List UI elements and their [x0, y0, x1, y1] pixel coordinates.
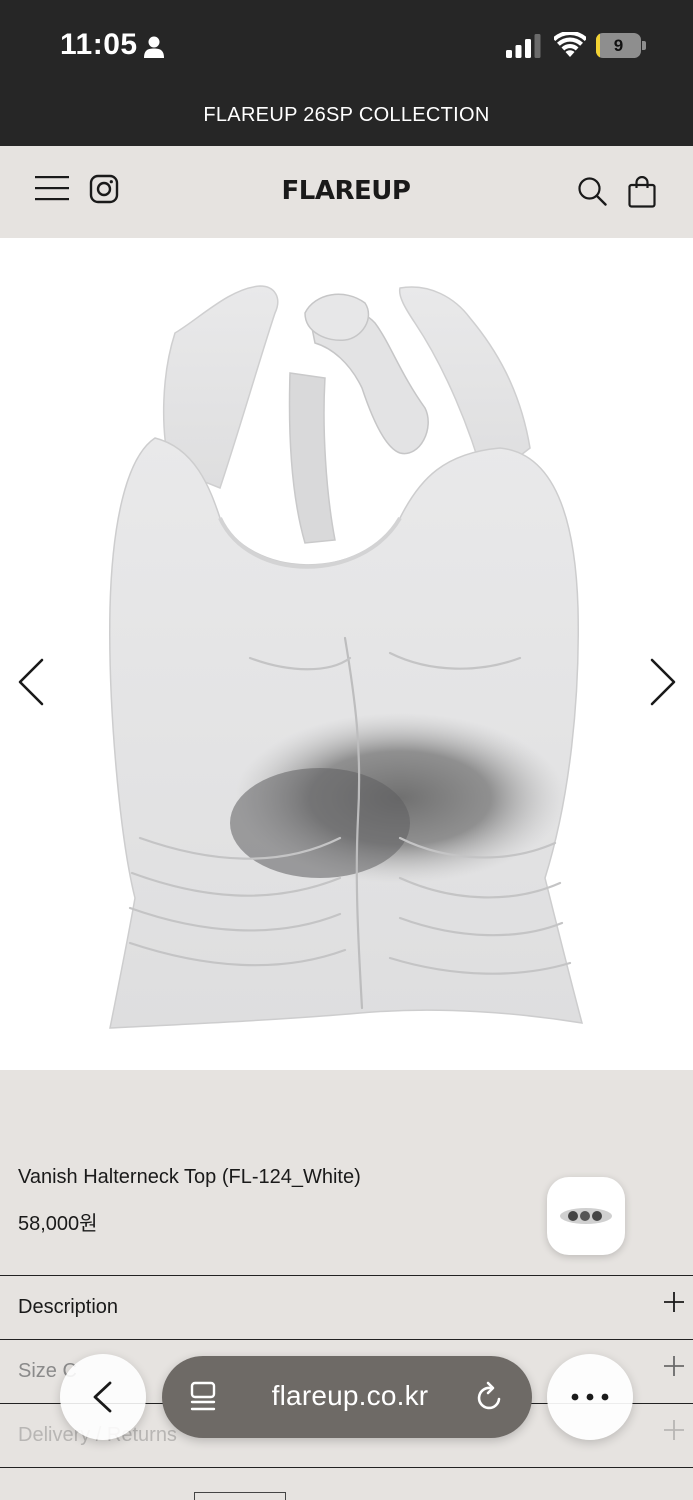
- browser-back-button[interactable]: [60, 1354, 146, 1440]
- accordion-divider: [0, 1467, 693, 1500]
- tabs-icon[interactable]: [188, 1381, 218, 1413]
- plus-icon[interactable]: [662, 1290, 686, 1314]
- chevron-right-icon[interactable]: [646, 656, 680, 708]
- wifi-icon: [554, 32, 586, 57]
- site-header: FLAREUP: [0, 146, 693, 238]
- accordion-label: Description: [18, 1296, 119, 1318]
- announcement-bar[interactable]: FLAREUP 26SP COLLECTION: [0, 95, 693, 146]
- reload-icon[interactable]: [474, 1380, 506, 1414]
- battery-level: 9: [613, 36, 624, 55]
- plus-icon[interactable]: [662, 1354, 686, 1378]
- chevron-left-icon[interactable]: [14, 656, 48, 708]
- partial-box: [194, 1492, 286, 1500]
- product-image: [109, 285, 584, 1029]
- accordion-description[interactable]: Description: [0, 1275, 693, 1339]
- more-button[interactable]: [547, 1354, 633, 1440]
- url-text[interactable]: flareup.co.kr: [230, 1380, 470, 1412]
- status-bar: 11:05 9: [0, 0, 693, 95]
- plus-icon[interactable]: [662, 1418, 686, 1442]
- battery-icon: 9: [596, 33, 646, 58]
- person-icon: [144, 36, 164, 58]
- bag-icon[interactable]: [627, 176, 657, 208]
- chat-button[interactable]: [547, 1177, 625, 1255]
- product-gallery[interactable]: [0, 238, 693, 1070]
- signal-icon: [506, 34, 541, 58]
- menu-icon[interactable]: [35, 174, 69, 202]
- chevron-left-icon: [93, 1381, 112, 1413]
- search-icon[interactable]: [577, 176, 607, 206]
- url-bar[interactable]: flareup.co.kr: [162, 1356, 532, 1438]
- site-logo[interactable]: FLAREUP: [246, 176, 446, 206]
- more-icon: [571, 1393, 609, 1401]
- product-name: Vanish Halterneck Top (FL-124_White): [18, 1166, 361, 1188]
- status-time: 11:05: [60, 28, 138, 61]
- chat-icon: [560, 1208, 612, 1224]
- product-price: 58,000원: [18, 1213, 98, 1235]
- instagram-icon[interactable]: [89, 174, 119, 204]
